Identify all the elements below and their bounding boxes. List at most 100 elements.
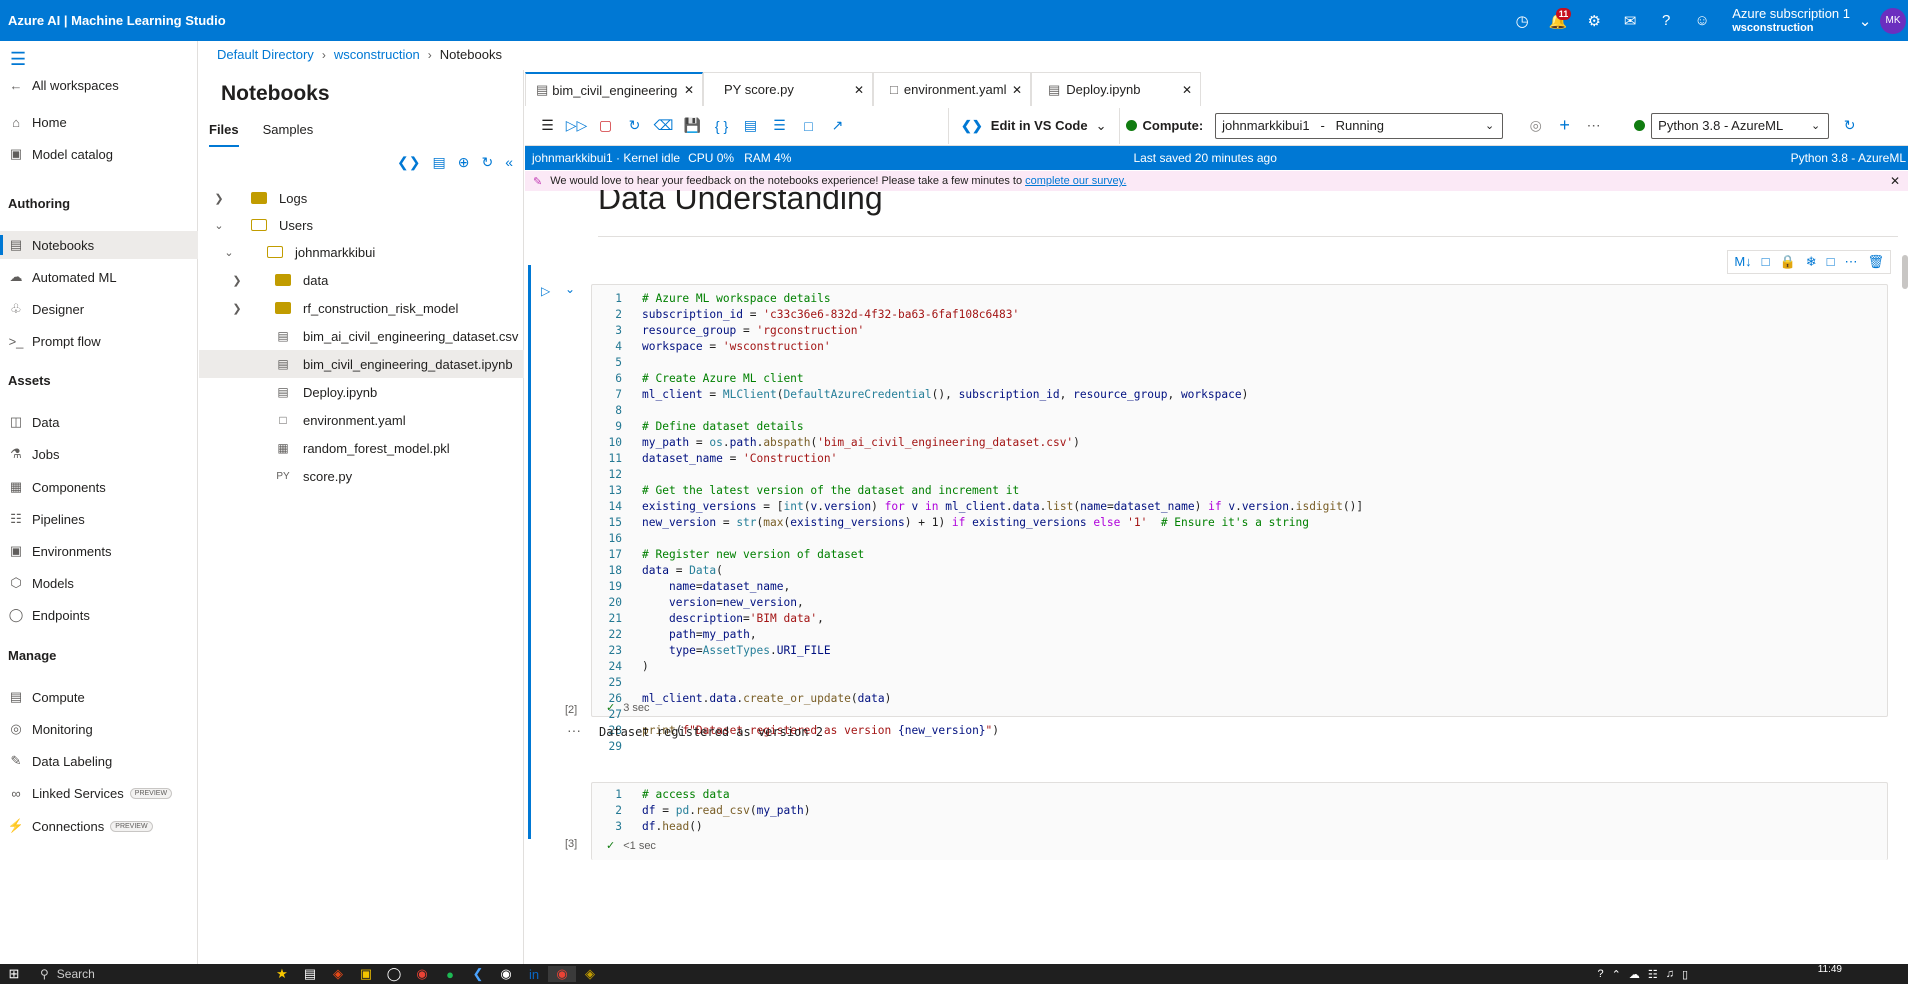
- tab-environment[interactable]: □ environment.yaml ✕: [873, 72, 1031, 106]
- tree-item-pkl[interactable]: ▦ random_forest_model.pkl: [199, 434, 524, 462]
- sync-kernel-icon[interactable]: ↻: [1835, 117, 1864, 134]
- app-title[interactable]: Azure AI | Machine Learning Studio: [0, 13, 226, 28]
- nav-prompt-flow[interactable]: >_ Prompt flow: [0, 327, 198, 355]
- announcements-icon[interactable]: ✉: [1612, 0, 1648, 41]
- chevron-up-icon[interactable]: ⌃: [1612, 968, 1621, 981]
- chrome-icon[interactable]: ◉: [408, 966, 436, 982]
- windows-start-icon[interactable]: ⊞: [0, 966, 28, 982]
- tree-item-csv[interactable]: ▤ bim_ai_civil_engineering_dataset.csv: [199, 322, 524, 350]
- tree-item-score[interactable]: PY score.py: [199, 462, 524, 490]
- nav-model-catalog[interactable]: ▣ Model catalog: [0, 140, 198, 168]
- clear-outputs-icon[interactable]: ⌫: [649, 117, 678, 134]
- output-collapse-icon[interactable]: ···: [567, 722, 581, 738]
- survey-link[interactable]: complete our survey.: [1025, 175, 1126, 187]
- compute-select[interactable]: johnmarkkibui1 - Running ⌄: [1215, 112, 1504, 139]
- help-icon[interactable]: ?: [1648, 0, 1684, 41]
- tree-item-deploy[interactable]: ▤ Deploy.ipynb: [199, 378, 524, 406]
- history-icon[interactable]: ◷: [1504, 0, 1540, 41]
- chevron-down-icon[interactable]: ⌄: [221, 246, 237, 259]
- add-compute-icon[interactable]: +: [1550, 115, 1579, 136]
- tree-item-user[interactable]: ⌄ johnmarkkibui: [199, 238, 524, 266]
- settings-icon[interactable]: ⚙: [1576, 0, 1612, 41]
- close-icon[interactable]: ✕: [1182, 83, 1192, 97]
- tree-item-data[interactable]: ❯ data: [199, 266, 524, 294]
- cloud-icon[interactable]: ☁: [1629, 968, 1640, 981]
- more-options-icon[interactable]: ⋯: [1579, 117, 1608, 134]
- nav-data[interactable]: ◫ Data: [0, 408, 198, 436]
- widgets-icon[interactable]: ★: [268, 966, 296, 982]
- nav-notebooks[interactable]: ▤ Notebooks: [0, 231, 198, 259]
- battery-icon[interactable]: ▯: [1682, 968, 1688, 981]
- run-cell-icon[interactable]: ▷: [541, 284, 550, 298]
- nav-monitoring[interactable]: ◎ Monitoring: [0, 715, 198, 743]
- stop-compute-icon[interactable]: ◎: [1521, 117, 1550, 134]
- save-icon[interactable]: 💾: [678, 117, 707, 134]
- tab-bim-notebook[interactable]: ▤ bim_civil_engineering ✕: [525, 72, 703, 106]
- tab-deploy[interactable]: ▤ Deploy.ipynb ✕: [1031, 72, 1201, 106]
- tab-samples[interactable]: Samples: [263, 118, 314, 147]
- collapse-panel-icon[interactable]: «: [505, 154, 513, 171]
- nav-components[interactable]: ▦ Components: [0, 473, 198, 501]
- close-icon[interactable]: ✕: [1012, 83, 1022, 97]
- network-icon[interactable]: ☷: [1648, 968, 1658, 981]
- nav-all-workspaces[interactable]: ← All workspaces: [0, 71, 198, 99]
- code-cell[interactable]: 1 # Azure ML workspace details 2 subscript…: [591, 284, 1888, 753]
- code-editor[interactable]: 1 # Azure ML workspace details 2 subscript…: [592, 291, 1364, 755]
- task-view-icon[interactable]: ▤: [296, 966, 324, 982]
- close-icon[interactable]: ✕: [684, 83, 694, 97]
- tree-item-rf-model[interactable]: ❯ rf_construction_risk_model: [199, 294, 524, 322]
- outline-icon[interactable]: ☰: [765, 117, 794, 134]
- cell-mode-icon[interactable]: □: [1762, 254, 1770, 270]
- nav-home[interactable]: ⌂ Home: [0, 108, 198, 136]
- stop-icon[interactable]: ▢: [591, 117, 620, 134]
- close-icon[interactable]: ✕: [854, 83, 864, 97]
- avatar[interactable]: MK: [1880, 7, 1906, 34]
- run-all-icon[interactable]: ▷▷: [562, 117, 591, 134]
- notifications-icon[interactable]: 🔔 11: [1540, 0, 1576, 41]
- nav-linked-services[interactable]: ∞ Linked Services PREVIEW: [0, 779, 198, 807]
- comments-icon[interactable]: □: [794, 118, 823, 134]
- terminal-icon[interactable]: ▤: [736, 117, 765, 134]
- app-icon[interactable]: ◈: [576, 966, 604, 982]
- nav-connections[interactable]: ⚡ Connections PREVIEW: [0, 812, 198, 840]
- breadcrumb-default-directory[interactable]: Default Directory: [217, 47, 314, 62]
- app-icon[interactable]: ◯: [380, 966, 408, 982]
- markdown-toggle-icon[interactable]: M↓: [1734, 254, 1751, 270]
- chevron-right-icon[interactable]: ❯: [229, 274, 245, 287]
- vscode-icon[interactable]: ❮❯: [397, 154, 420, 171]
- refresh-icon[interactable]: ↻: [481, 154, 493, 171]
- freeze-icon[interactable]: ❄: [1806, 254, 1817, 270]
- variables-icon[interactable]: { }: [707, 118, 736, 134]
- add-file-icon[interactable]: ⊕: [458, 154, 470, 171]
- terminal-icon[interactable]: ▤: [433, 154, 446, 171]
- vscode-icon[interactable]: ❮: [464, 966, 492, 982]
- github-icon[interactable]: ◉: [492, 966, 520, 982]
- spotify-icon[interactable]: ●: [436, 967, 464, 982]
- kernel-select[interactable]: Python 3.8 - AzureML ⌄: [1651, 112, 1830, 139]
- file-explorer-icon[interactable]: ▣: [352, 966, 380, 982]
- nav-models[interactable]: ⬡ Models: [0, 569, 198, 597]
- nav-endpoints[interactable]: ◯ Endpoints: [0, 601, 198, 629]
- tree-item-users[interactable]: ⌄ Users: [199, 211, 524, 239]
- nav-data-labeling[interactable]: ✎ Data Labeling: [0, 747, 198, 775]
- tree-item-ipynb[interactable]: ▤ bim_civil_engineering_dataset.ipynb: [199, 350, 524, 378]
- lock-icon[interactable]: 🔒: [1780, 254, 1796, 270]
- delete-icon[interactable]: 🗑: [1867, 254, 1884, 270]
- feedback-smiley-icon[interactable]: ☺: [1684, 0, 1720, 41]
- code-cell[interactable]: 1 # access data 2 df = pd.read_csv(my_path…: [591, 782, 1888, 860]
- nav-designer[interactable]: ♧ Designer: [0, 295, 198, 323]
- chevron-down-icon[interactable]: ⌄: [1856, 0, 1874, 41]
- chart-icon[interactable]: ↗: [823, 117, 852, 134]
- close-icon[interactable]: ✕: [1890, 174, 1900, 188]
- help-icon[interactable]: ?: [1597, 968, 1603, 981]
- edit-in-vscode-button[interactable]: ❮❯ Edit in VS Code ⌄: [948, 107, 1120, 144]
- taskbar-search[interactable]: ⚲ Search: [28, 964, 158, 984]
- clock[interactable]: 11:49: [1818, 964, 1842, 975]
- nav-automated-ml[interactable]: ☁ Automated ML: [0, 263, 198, 291]
- tab-score[interactable]: PY score.py ✕: [703, 72, 873, 106]
- chevron-right-icon[interactable]: ❯: [229, 302, 245, 315]
- breadcrumb-workspace[interactable]: wsconstruction: [334, 47, 420, 62]
- copilot-icon[interactable]: ◈: [324, 966, 352, 982]
- tree-item-logs[interactable]: ❯ Logs: [199, 184, 524, 212]
- tree-item-env[interactable]: □ environment.yaml: [199, 406, 524, 434]
